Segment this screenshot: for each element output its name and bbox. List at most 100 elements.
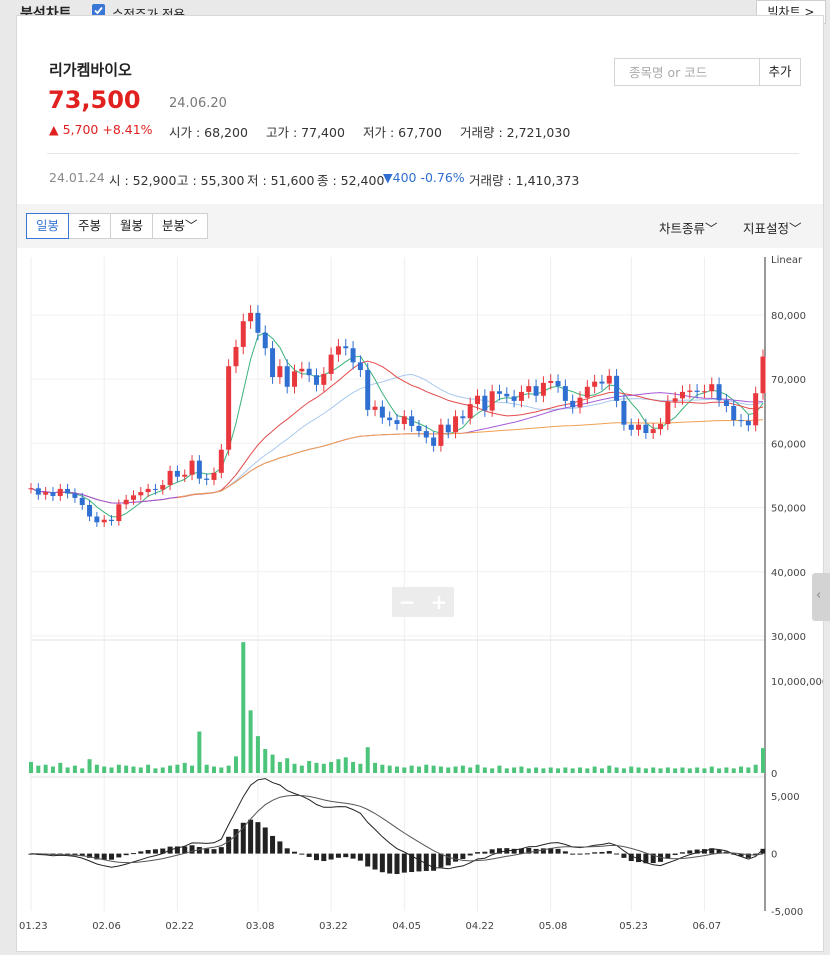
macd-histogram-bar (292, 851, 298, 854)
volume-bar (680, 767, 685, 773)
candle (489, 391, 495, 411)
volume-bar (65, 767, 70, 773)
candle (350, 348, 356, 363)
volume-bar (50, 766, 55, 773)
volume-bar (43, 764, 48, 773)
volume-bar (709, 766, 714, 773)
volume-bar (116, 764, 121, 773)
candle (621, 400, 627, 425)
candle (496, 391, 502, 394)
candle (196, 460, 202, 479)
volume-bar (336, 759, 341, 773)
macd-histogram-bar (665, 853, 671, 859)
volume-bar (490, 768, 495, 773)
volume-bar (285, 758, 290, 773)
candle (211, 472, 217, 480)
volume-bar (248, 710, 253, 773)
macd-histogram-bar (233, 829, 239, 854)
macd-histogram-bar (299, 853, 305, 855)
candle (365, 370, 371, 410)
candle (233, 346, 239, 367)
macd-histogram-bar (453, 853, 459, 862)
candle (416, 425, 422, 432)
volume-bar (160, 767, 165, 773)
candle (753, 393, 759, 426)
volume-bar (468, 767, 473, 773)
macd-histogram-bar (570, 853, 576, 855)
volume-bar (182, 762, 187, 773)
candle (240, 321, 246, 347)
candle (584, 386, 590, 398)
candle (218, 449, 224, 473)
macd-histogram-bar (577, 853, 583, 855)
volume-bar (94, 764, 99, 773)
candle (606, 375, 612, 384)
volume-bar (241, 642, 246, 773)
macd-histogram-bar (445, 853, 451, 866)
candle (262, 332, 268, 349)
macd-histogram-bar (277, 841, 283, 854)
candle (43, 492, 49, 495)
zoom-out-button[interactable]: − (392, 589, 422, 615)
stock-chart[interactable]: 01.23 02.06 02.22 03.08 03.22 04.05 04.22 05.08… (17, 16, 823, 951)
candle (123, 499, 129, 505)
volume-bar (343, 757, 348, 773)
macd-histogram-bar (109, 853, 115, 860)
candle (614, 375, 620, 401)
candle (87, 504, 93, 517)
candle (658, 424, 664, 430)
candle (423, 431, 429, 438)
macd-histogram-bar (130, 853, 136, 855)
side-panel-toggle[interactable]: ‹ (812, 573, 830, 621)
volume-bar (146, 764, 151, 773)
candle (255, 312, 261, 333)
candle (284, 366, 290, 387)
candle (453, 416, 459, 433)
candle (672, 398, 678, 402)
candle (79, 497, 85, 505)
volume-bar (643, 768, 648, 773)
x-tick-label: 03.08 (246, 921, 275, 932)
candle (409, 416, 415, 426)
candle (467, 404, 473, 419)
candle (160, 485, 166, 490)
volume-bar (197, 731, 202, 773)
macd-histogram-bar (255, 822, 261, 854)
macd-histogram-bar (284, 848, 290, 854)
candle (57, 488, 63, 496)
volume-bar (578, 767, 582, 773)
candle (189, 460, 195, 475)
macd-histogram-bar (328, 853, 334, 860)
candle (28, 488, 34, 490)
candle (679, 391, 685, 399)
volume-bar (72, 765, 77, 773)
price-tick-label: 60,000 (771, 439, 806, 450)
macd-histogram-bar (672, 853, 678, 856)
candle (299, 368, 305, 372)
candle (130, 495, 136, 500)
macd-histogram-bar (138, 851, 144, 854)
candle (738, 420, 744, 422)
volume-bar (36, 765, 41, 773)
volume-bar (358, 763, 363, 773)
macd-histogram-bar (555, 848, 561, 854)
price-tick-label: 70,000 (771, 375, 806, 386)
x-tick-label: 02.22 (165, 921, 194, 932)
candle (65, 488, 71, 494)
macd-histogram-bar (321, 853, 327, 862)
tab-daily[interactable]: 일봉 (26, 213, 70, 239)
volume-bar (607, 765, 612, 773)
x-tick-label: 04.22 (466, 921, 495, 932)
volume-bar (175, 764, 180, 773)
volume-bar (438, 766, 443, 773)
candle (694, 390, 700, 392)
volume-bar (541, 768, 546, 773)
chevron-left-icon: ‹ (816, 588, 822, 603)
zoom-in-button[interactable]: + (424, 589, 454, 615)
candle (50, 492, 56, 496)
scale-label: Linear (771, 255, 803, 266)
volume-bar (292, 763, 297, 773)
macd-histogram-bar (350, 853, 356, 859)
macd-histogram-bar (116, 853, 122, 858)
candle (379, 406, 385, 418)
